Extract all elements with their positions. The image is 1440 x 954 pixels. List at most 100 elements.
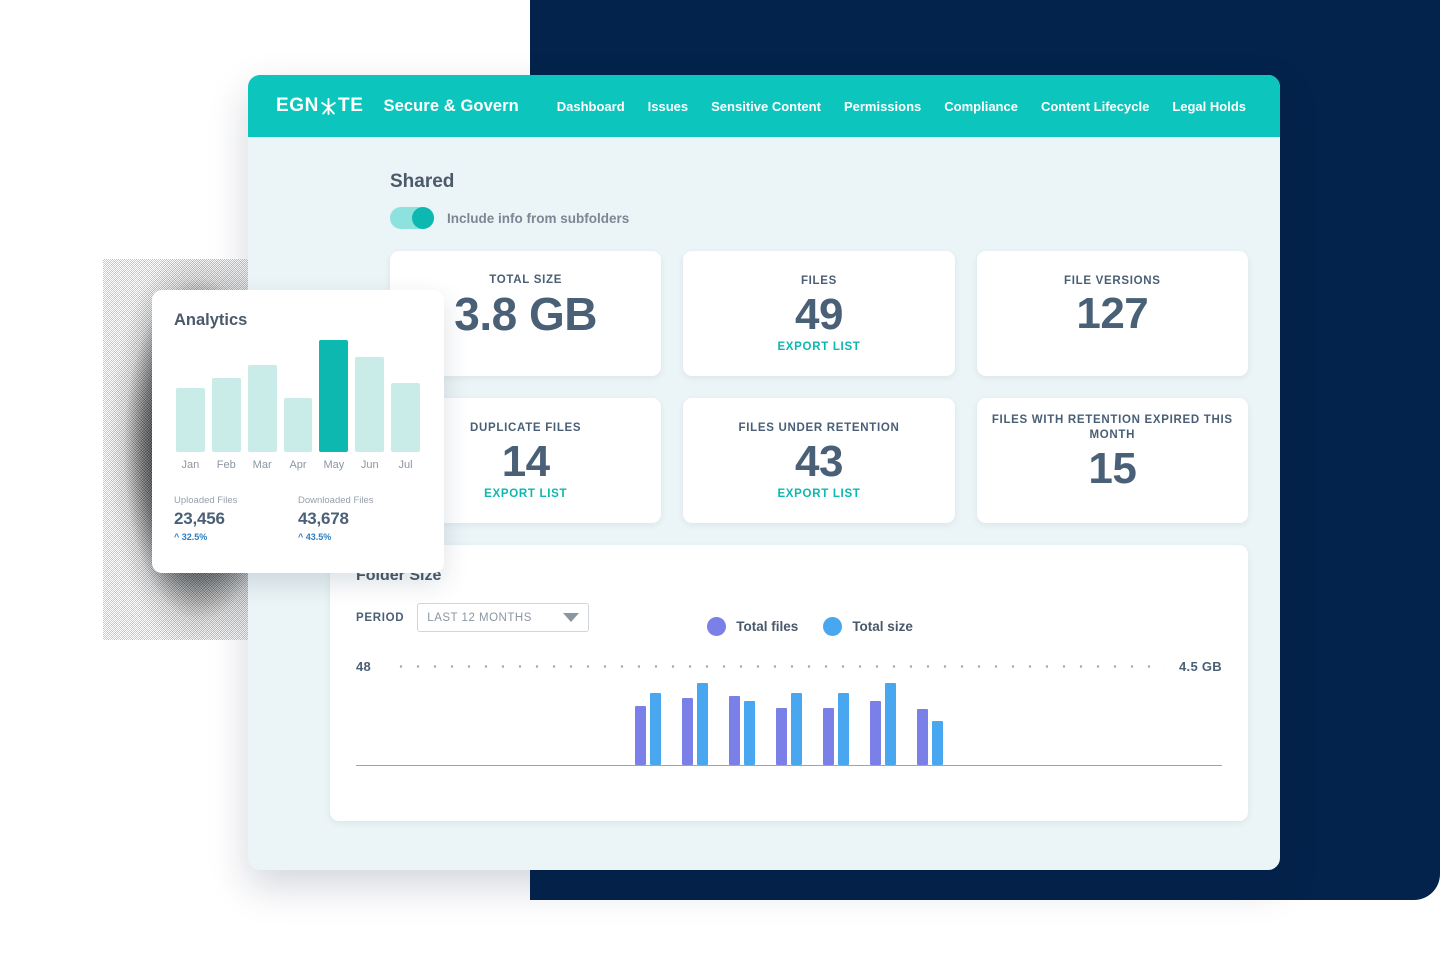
stat-value: 15 bbox=[1088, 446, 1136, 492]
stat-card-files: FILES 49 EXPORT LIST bbox=[683, 251, 954, 376]
downloaded-files-delta: ^ 43.5% bbox=[298, 532, 422, 542]
analytics-bar bbox=[319, 340, 348, 452]
bar-total-size bbox=[744, 701, 755, 765]
analytics-bar-column bbox=[319, 340, 348, 452]
analytics-card: Analytics JanFebMarAprMayJunJul Uploaded… bbox=[152, 290, 444, 573]
analytics-bar-column bbox=[176, 388, 205, 452]
app-header: EGN TE Secure & Govern bbox=[248, 75, 1280, 137]
uploaded-files-value: 23,456 bbox=[174, 509, 298, 529]
chart-baseline bbox=[356, 765, 1222, 766]
bar-total-files bbox=[729, 696, 740, 765]
bar-total-files bbox=[635, 706, 646, 765]
page-title: Shared bbox=[390, 171, 1248, 193]
export-list-link[interactable]: EXPORT LIST bbox=[777, 488, 860, 500]
stat-value: 3.8 GB bbox=[454, 290, 597, 338]
product-name: Secure & Govern bbox=[383, 97, 518, 116]
legend-label: Total files bbox=[736, 619, 798, 634]
axis-right-value: 4.5 GB bbox=[1179, 659, 1222, 674]
bar-total-files bbox=[870, 701, 881, 765]
analytics-month-label: Apr bbox=[284, 459, 313, 471]
logo-text-left: EGN bbox=[276, 95, 319, 117]
analytics-bar bbox=[248, 365, 277, 452]
analytics-month-label: Jul bbox=[391, 459, 420, 471]
analytics-month-label: Jan bbox=[176, 459, 205, 471]
bar-total-size bbox=[791, 693, 802, 765]
include-subfolders-label: Include info from subfolders bbox=[447, 211, 629, 226]
stat-cards-grid: TOTAL SIZE 3.8 GB FILES 49 EXPORT LIST F… bbox=[390, 251, 1248, 523]
analytics-bar-column bbox=[355, 357, 384, 452]
legend-label: Total size bbox=[852, 619, 913, 634]
stat-card-file-versions: FILE VERSIONS 127 bbox=[977, 251, 1248, 376]
analytics-month-label: May bbox=[319, 459, 348, 471]
analytics-bar bbox=[284, 398, 313, 452]
analytics-stats: Uploaded Files 23,456 ^ 32.5% Downloaded… bbox=[174, 495, 422, 542]
analytics-bar-chart bbox=[174, 340, 422, 452]
stat-label: DUPLICATE FILES bbox=[470, 421, 581, 437]
nav-item-content-lifecycle[interactable]: Content Lifecycle bbox=[1041, 99, 1149, 114]
screenshot-stage: EGN TE Secure & Govern bbox=[0, 0, 1440, 954]
legend-item-total-files: Total files bbox=[707, 617, 798, 636]
folder-size-controls: PERIOD LAST 12 MONTHS Total files Total … bbox=[356, 599, 1222, 636]
stat-value: 49 bbox=[795, 292, 843, 338]
folder-size-bar-pair bbox=[776, 693, 802, 765]
bar-total-size bbox=[932, 721, 943, 765]
period-select[interactable]: LAST 12 MONTHS bbox=[417, 603, 589, 632]
nav-item-dashboard[interactable]: Dashboard bbox=[557, 99, 625, 114]
chart-axis-row: 48 4.5 GB bbox=[356, 659, 1222, 674]
nav-item-issues[interactable]: Issues bbox=[648, 99, 688, 114]
analytics-bar-column bbox=[212, 378, 241, 452]
period-label: PERIOD bbox=[356, 612, 404, 624]
bar-total-files bbox=[682, 698, 693, 765]
legend-dot-total-size bbox=[823, 617, 842, 636]
stat-label: FILE VERSIONS bbox=[1064, 274, 1161, 290]
analytics-month-label: Feb bbox=[212, 459, 241, 471]
analytics-bar bbox=[176, 388, 205, 452]
nav-item-legal-holds[interactable]: Legal Holds bbox=[1172, 99, 1246, 114]
include-subfolders-toggle[interactable] bbox=[390, 207, 434, 229]
folder-size-bar-pair bbox=[917, 709, 943, 765]
stat-value: 127 bbox=[1076, 291, 1148, 337]
starburst-icon bbox=[320, 97, 337, 116]
export-list-link[interactable]: EXPORT LIST bbox=[777, 341, 860, 353]
analytics-stat-downloaded: Downloaded Files 43,678 ^ 43.5% bbox=[298, 495, 422, 542]
bar-total-size bbox=[885, 683, 896, 765]
bar-total-size bbox=[697, 683, 708, 765]
folder-size-bar-pair bbox=[729, 696, 755, 765]
analytics-title: Analytics bbox=[174, 311, 422, 330]
stat-card-files-under-retention: FILES UNDER RETENTION 43 EXPORT LIST bbox=[683, 398, 954, 523]
bar-total-files bbox=[917, 709, 928, 765]
folder-size-bar-pair bbox=[870, 683, 896, 765]
chevron-down-icon bbox=[563, 613, 579, 622]
analytics-bar-column bbox=[284, 398, 313, 452]
subfolder-toggle-row: Include info from subfolders bbox=[390, 207, 1248, 229]
stat-label: FILES WITH RETENTION EXPIRED THIS MONTH bbox=[985, 413, 1240, 444]
stat-value: 43 bbox=[795, 439, 843, 485]
folder-size-bar-pair bbox=[635, 693, 661, 765]
folder-size-panel: Folder Size PERIOD LAST 12 MONTHS Total … bbox=[330, 545, 1248, 821]
folder-size-bar-pair bbox=[823, 693, 849, 765]
folder-size-bars bbox=[356, 683, 1222, 765]
analytics-month-label: Jun bbox=[355, 459, 384, 471]
period-select-value: LAST 12 MONTHS bbox=[427, 612, 532, 624]
egnyte-logo[interactable]: EGN TE bbox=[276, 95, 363, 117]
nav-item-compliance[interactable]: Compliance bbox=[944, 99, 1018, 114]
legend-item-total-size: Total size bbox=[823, 617, 913, 636]
folder-size-chart: 48 4.5 GB bbox=[356, 659, 1222, 779]
legend-dot-total-files bbox=[707, 617, 726, 636]
stat-label: TOTAL SIZE bbox=[489, 273, 562, 289]
nav-item-permissions[interactable]: Permissions bbox=[844, 99, 921, 114]
stat-label: FILES UNDER RETENTION bbox=[738, 421, 899, 437]
export-list-link[interactable]: EXPORT LIST bbox=[484, 488, 567, 500]
stat-label: FILES bbox=[801, 274, 837, 290]
analytics-bar bbox=[212, 378, 241, 452]
nav-item-sensitive-content[interactable]: Sensitive Content bbox=[711, 99, 821, 114]
folder-size-bar-pair bbox=[682, 683, 708, 765]
logo-text-right: TE bbox=[338, 95, 363, 117]
analytics-stat-uploaded: Uploaded Files 23,456 ^ 32.5% bbox=[174, 495, 298, 542]
analytics-bar-column bbox=[391, 383, 420, 452]
uploaded-files-label: Uploaded Files bbox=[174, 495, 298, 506]
analytics-bar bbox=[355, 357, 384, 452]
stat-value: 14 bbox=[502, 439, 550, 485]
axis-left-value: 48 bbox=[356, 659, 371, 674]
uploaded-files-delta: ^ 32.5% bbox=[174, 532, 298, 542]
